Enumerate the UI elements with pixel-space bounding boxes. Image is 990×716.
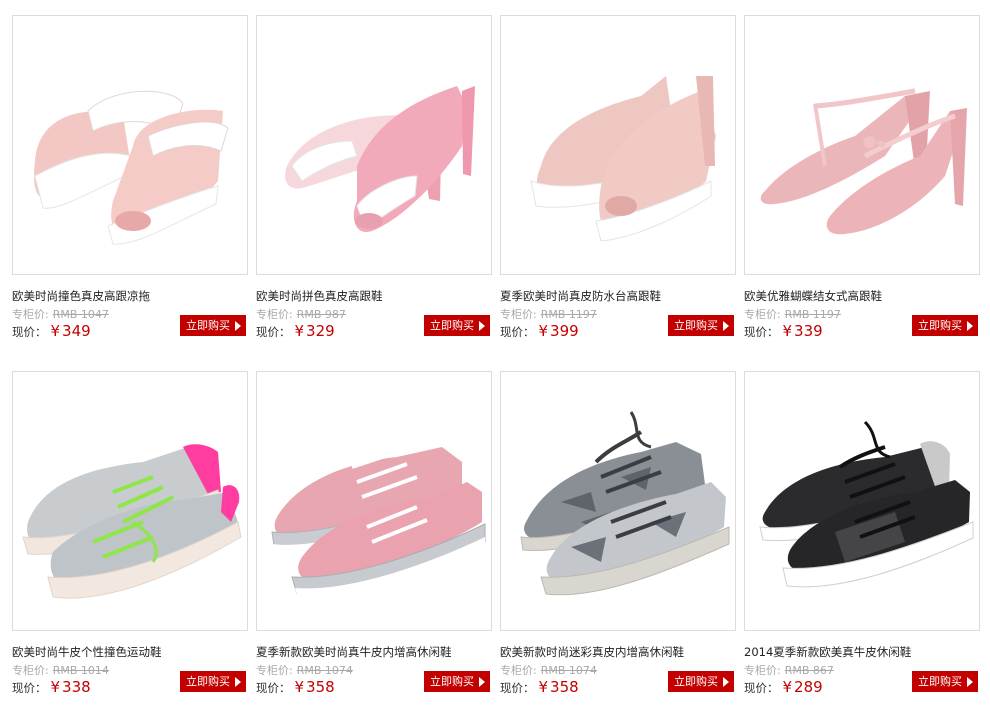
product-title[interactable]: 欧美新款时尚迷彩真皮内增高休闲鞋	[500, 644, 736, 660]
product-title[interactable]: 夏季新款欧美时尚真牛皮内增高休闲鞋	[256, 644, 492, 660]
current-price: 现价： ¥358	[256, 678, 335, 696]
pink-platform-bootie-image	[530, 76, 716, 242]
original-price: 专柜价: RMB 1197	[500, 308, 597, 321]
current-price: 现价： ¥399	[500, 322, 579, 340]
product-title[interactable]: 欧美时尚拼色真皮高跟鞋	[256, 288, 492, 304]
product-title[interactable]: 欧美时尚撞色真皮高跟凉拖	[12, 288, 248, 304]
product-card: 欧美时尚牛皮个性撞色运动鞋 专柜价: RMB 1014 现价： ¥338 立即购买	[12, 371, 248, 716]
pink-bow-heel-image	[760, 88, 967, 235]
product-title[interactable]: 夏季欧美时尚真皮防水台高跟鞋	[500, 288, 736, 304]
buy-now-button[interactable]: 立即购买	[912, 671, 978, 692]
buy-now-button[interactable]: 立即购买	[912, 315, 978, 336]
current-price: 现价： ¥338	[12, 678, 91, 696]
original-price: 专柜价: RMB 867	[744, 664, 834, 677]
product-image[interactable]	[256, 15, 492, 275]
original-price: 专柜价: RMB 1074	[256, 664, 353, 677]
black-sneaker-image	[759, 420, 974, 588]
product-card: 夏季新款欧美时尚真牛皮内增高休闲鞋 专柜价: RMB 1074 现价： ¥358 立…	[256, 371, 492, 716]
original-price: 专柜价: RMB 1047	[12, 308, 109, 321]
original-price: 专柜价: RMB 1074	[500, 664, 597, 677]
current-price: 现价： ¥349	[12, 322, 91, 340]
buy-now-button[interactable]: 立即购买	[668, 315, 734, 336]
current-price: 现价： ¥358	[500, 678, 579, 696]
product-image[interactable]	[12, 15, 248, 275]
product-image[interactable]	[500, 15, 736, 275]
product-card: 欧美时尚拼色真皮高跟鞋 专柜价: RMB 987 现价： ¥329 立即购买	[256, 15, 492, 360]
original-price: 专柜价: RMB 1197	[744, 308, 841, 321]
camo-silver-sneaker-image	[520, 411, 730, 596]
play-arrow-icon	[235, 321, 241, 331]
buy-now-button[interactable]: 立即购买	[424, 671, 490, 692]
product-card: 欧美新款时尚迷彩真皮内增高休闲鞋 专柜价: RMB 1074 现价： ¥358 立即…	[500, 371, 736, 716]
product-image[interactable]	[256, 371, 492, 631]
current-price: 现价： ¥329	[256, 322, 335, 340]
play-arrow-icon	[479, 321, 485, 331]
play-arrow-icon	[967, 321, 973, 331]
play-arrow-icon	[235, 677, 241, 687]
product-card: 欧美时尚撞色真皮高跟凉拖 专柜价: RMB 1047 现价： ¥349 立即购买	[12, 15, 248, 360]
current-price: 现价： ¥339	[744, 322, 823, 340]
original-price: 专柜价: RMB 987	[256, 308, 346, 321]
buy-now-button[interactable]: 立即购买	[180, 671, 246, 692]
product-card: 夏季欧美时尚真皮防水台高跟鞋 专柜价: RMB 1197 现价： ¥399 立即购买	[500, 15, 736, 360]
product-title[interactable]: 欧美时尚牛皮个性撞色运动鞋	[12, 644, 248, 660]
play-arrow-icon	[967, 677, 973, 687]
buy-now-button[interactable]: 立即购买	[424, 315, 490, 336]
play-arrow-icon	[479, 677, 485, 687]
play-arrow-icon	[723, 677, 729, 687]
play-arrow-icon	[723, 321, 729, 331]
product-card: 欧美优雅蝴蝶结女式高跟鞋 专柜价: RMB 1197 现价： ¥339 立即购买	[744, 15, 980, 360]
product-title[interactable]: 欧美优雅蝴蝶结女式高跟鞋	[744, 288, 980, 304]
original-price: 专柜价: RMB 1014	[12, 664, 109, 677]
buy-now-button[interactable]: 立即购买	[668, 671, 734, 692]
product-card: 2014夏季新款欧美真牛皮休闲鞋 专柜价: RMB 867 现价： ¥289 立即购…	[744, 371, 980, 716]
product-image[interactable]	[744, 371, 980, 631]
product-image[interactable]	[12, 371, 248, 631]
pink-peep-toe-pump-image	[285, 86, 475, 232]
product-grid: 欧美时尚撞色真皮高跟凉拖 专柜价: RMB 1047 现价： ¥349 立即购买 欧…	[0, 0, 990, 715]
pink-silver-sneaker-image	[271, 447, 486, 603]
silver-neon-sneaker-image	[22, 444, 242, 599]
product-image[interactable]	[744, 15, 980, 275]
product-title[interactable]: 2014夏季新款欧美真牛皮休闲鞋	[744, 644, 980, 660]
product-image[interactable]	[500, 371, 736, 631]
current-price: 现价： ¥289	[744, 678, 823, 696]
pink-peep-toe-mule-image	[34, 90, 229, 245]
buy-now-button[interactable]: 立即购买	[180, 315, 246, 336]
